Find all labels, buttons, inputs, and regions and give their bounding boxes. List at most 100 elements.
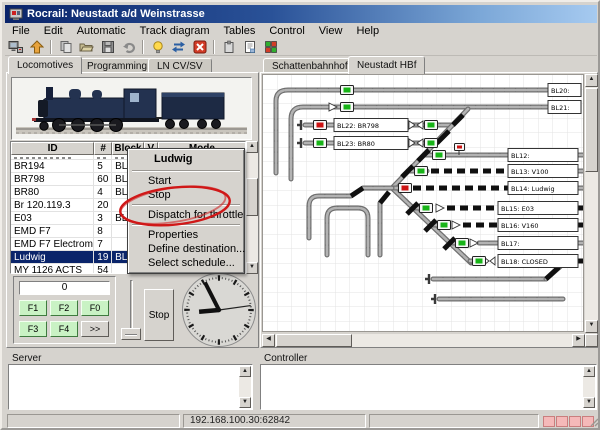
- block-label-bl16[interactable]: BL16: V160: [501, 222, 538, 230]
- scroll-up-button[interactable]: ▲: [583, 366, 595, 377]
- scroll-down-button[interactable]: ▼: [239, 397, 251, 408]
- f1-button[interactable]: F1: [19, 300, 47, 316]
- scroll-right-button[interactable]: ▶: [572, 334, 585, 347]
- undo-button[interactable]: [118, 38, 139, 55]
- block-label-bl15[interactable]: BL15: E03: [501, 205, 534, 213]
- tab-neustadt-hbf[interactable]: Neustadt HBf: [348, 56, 425, 74]
- cell-num[interactable]: 4: [94, 186, 112, 198]
- power-button[interactable]: [26, 38, 47, 55]
- scroll-thumb[interactable]: [585, 88, 598, 172]
- signal-bl22-entry[interactable]: [314, 121, 327, 130]
- menu-item-select-schedule[interactable]: Select schedule...: [130, 256, 242, 270]
- cell-num[interactable]: 60: [94, 173, 112, 185]
- signal-bl23-exit[interactable]: [425, 139, 438, 148]
- cell-id[interactable]: Ludwig: [11, 251, 94, 263]
- speed-slider-handle[interactable]: [121, 328, 141, 340]
- connect-button[interactable]: [5, 38, 26, 55]
- emergency-stop-button[interactable]: [189, 38, 210, 55]
- layout-grid-button[interactable]: [260, 38, 281, 55]
- block-label-bl17[interactable]: BL17:: [501, 240, 520, 248]
- cell-id[interactable]: Br 120.119.3: [11, 199, 94, 211]
- f3-button[interactable]: F3: [19, 321, 47, 337]
- f0-button[interactable]: F0: [81, 300, 109, 316]
- signal-bl14[interactable]: [399, 184, 412, 193]
- signal-bl22-exit[interactable]: [425, 121, 438, 130]
- copy-button[interactable]: [55, 38, 76, 55]
- cell-id[interactable]: MY 1126 ACTS: [11, 264, 94, 274]
- lamp-button[interactable]: [147, 38, 168, 55]
- diagram-hscrollbar[interactable]: ◀ ▶: [262, 334, 585, 347]
- signal-bl13[interactable]: [415, 167, 428, 176]
- block-label-bl20[interactable]: BL20:: [551, 87, 570, 95]
- menu-item-track-diagram[interactable]: Track diagram: [133, 24, 217, 38]
- scroll-up-button[interactable]: ▲: [246, 141, 258, 153]
- scroll-down-button[interactable]: ▼: [585, 320, 598, 333]
- menu-item-dispatch-for-throttle[interactable]: Dispatch for throttle: [130, 208, 242, 222]
- signal-bl18[interactable]: [473, 257, 486, 266]
- block-label-bl14[interactable]: BL14: Ludwig: [511, 185, 555, 193]
- tab-locomotives[interactable]: Locomotives: [8, 56, 82, 74]
- menu-item-edit[interactable]: Edit: [37, 24, 70, 38]
- block-label-bl13[interactable]: BL13: V100: [511, 168, 548, 176]
- scroll-left-button[interactable]: ◀: [262, 334, 275, 347]
- cell-num[interactable]: 7: [94, 238, 112, 250]
- properties-button[interactable]: [239, 38, 260, 55]
- f2-button[interactable]: F2: [50, 300, 78, 316]
- menu-item-control[interactable]: Control: [262, 24, 311, 38]
- more-functions-button[interactable]: >>: [81, 321, 109, 337]
- diagram-vscrollbar[interactable]: ▲ ▼: [585, 74, 598, 333]
- signal-bl20[interactable]: [341, 86, 354, 95]
- cell-num[interactable]: 5: [94, 160, 112, 172]
- track-diagram-viewport[interactable]: BL20: BL21: BL22: BR798 BL23: BR80 BL12:…: [262, 74, 584, 332]
- signal-bl17[interactable]: [456, 239, 469, 248]
- menu-item-stop[interactable]: Stop: [130, 188, 242, 202]
- cell-id[interactable]: BR80: [11, 186, 94, 198]
- cell-id[interactable]: E03: [11, 212, 94, 224]
- signal-bl12[interactable]: [433, 151, 446, 160]
- block-label-bl23[interactable]: BL23: BR80: [337, 140, 375, 148]
- table-scrollbar[interactable]: ▲ ▼: [246, 141, 258, 274]
- cell-num[interactable]: 8: [94, 225, 112, 237]
- signal-bl15[interactable]: [420, 204, 433, 213]
- f4-button[interactable]: F4: [50, 321, 78, 337]
- speed-display[interactable]: 0: [19, 281, 110, 295]
- menu-item-file[interactable]: File: [5, 24, 37, 38]
- block-label-bl12[interactable]: BL12:: [511, 152, 530, 160]
- cell-id[interactable]: BR798: [11, 173, 94, 185]
- menu-item-automatic[interactable]: Automatic: [70, 24, 133, 38]
- menu-item-properties[interactable]: Properties: [130, 228, 242, 242]
- scroll-thumb[interactable]: [246, 178, 258, 216]
- server-log-scrollbar[interactable]: ▲ ▼: [239, 366, 251, 408]
- save-button[interactable]: [97, 38, 118, 55]
- scroll-up-button[interactable]: ▲: [585, 74, 598, 87]
- open-button[interactable]: [76, 38, 97, 55]
- swap-button[interactable]: [168, 38, 189, 55]
- cell-num[interactable]: 3: [94, 212, 112, 224]
- header-num[interactable]: #: [94, 142, 112, 155]
- menu-item-tables[interactable]: Tables: [217, 24, 263, 38]
- cell-num[interactable]: 19: [94, 251, 112, 263]
- stop-button[interactable]: Stop: [144, 289, 174, 341]
- menu-item-help[interactable]: Help: [349, 24, 386, 38]
- cell-num[interactable]: 20: [94, 199, 112, 211]
- scroll-down-button[interactable]: ▼: [583, 397, 595, 408]
- resize-grip[interactable]: [590, 418, 599, 427]
- menu-item-start[interactable]: Start: [130, 174, 242, 188]
- menu-item-define-destination[interactable]: Define destination...: [130, 242, 242, 256]
- block-label-bl22[interactable]: BL22: BR798: [337, 122, 379, 130]
- title-bar[interactable]: Rocrail: Neustadt a/d Weinstrasse: [5, 5, 597, 23]
- cell-num[interactable]: 54: [94, 264, 112, 274]
- cell-id[interactable]: EMD F7: [11, 225, 94, 237]
- cell-id[interactable]: BR194: [11, 160, 94, 172]
- server-log[interactable]: ▲ ▼: [8, 364, 253, 410]
- block-label-bl21[interactable]: BL21:: [551, 104, 570, 112]
- cell-id[interactable]: EMD F7 Electromotive: [11, 238, 94, 250]
- signal-bl23-entry[interactable]: [314, 139, 327, 148]
- scroll-thumb[interactable]: [276, 334, 352, 347]
- controller-log-scrollbar[interactable]: ▲ ▼: [583, 366, 595, 408]
- signal-bl21[interactable]: [341, 103, 354, 112]
- menu-item-view[interactable]: View: [312, 24, 350, 38]
- scroll-up-button[interactable]: ▲: [239, 366, 251, 377]
- block-label-bl18[interactable]: BL18: CLOSED: [501, 258, 548, 266]
- track-diagram[interactable]: BL20: BL21: BL22: BR798 BL23: BR80 BL12:…: [263, 75, 584, 332]
